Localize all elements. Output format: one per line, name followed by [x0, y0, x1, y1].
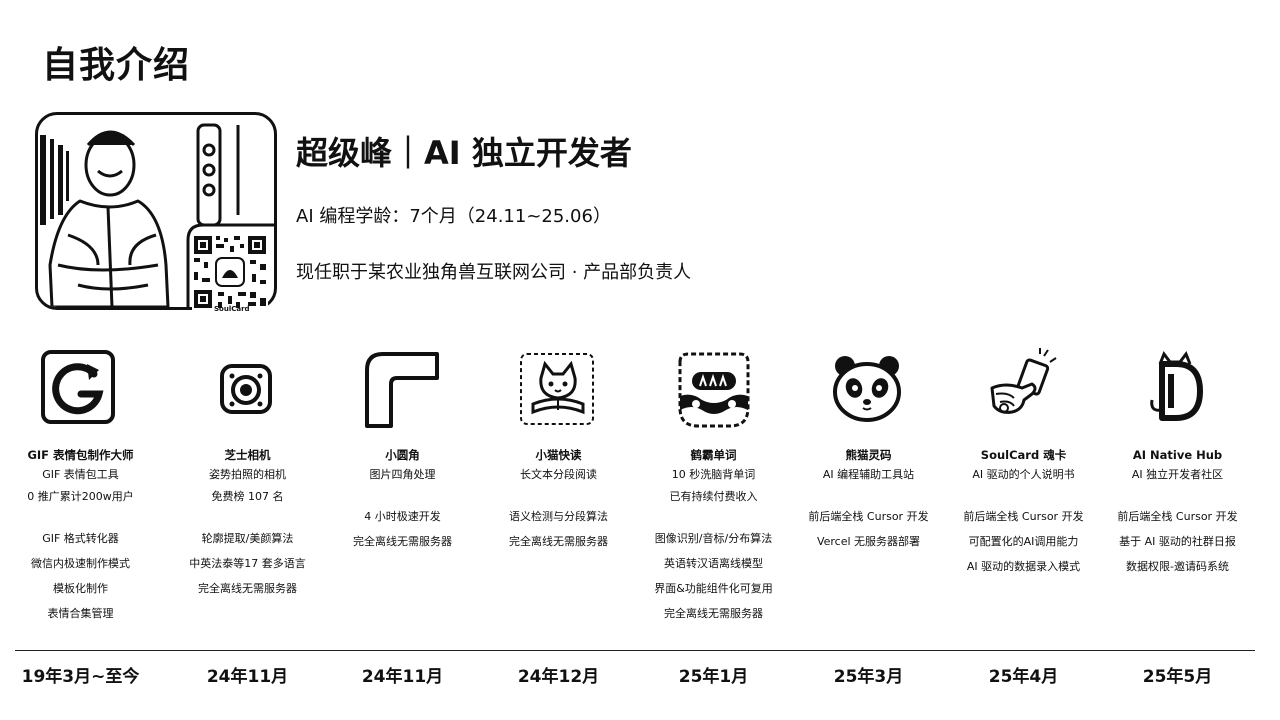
project-desc: 免费榜 107 名	[211, 490, 284, 503]
cat-reading-icon[interactable]	[517, 348, 601, 432]
project-name: AI Native Hub	[1132, 448, 1223, 462]
project-card: AI Native Hub AI 独立开发者社区 前后端全栈 Cursor 开发…	[1100, 340, 1255, 579]
project-feature: AI 驱动的数据录入模式	[966, 560, 1081, 573]
project-feature: 微信内极速制作模式	[31, 557, 130, 570]
timeline-date: 25年5月	[1142, 667, 1213, 687]
project-feature: 基于 AI 驱动的社群日报	[1119, 535, 1236, 548]
project-feature: GIF 格式转化器	[42, 532, 119, 545]
project-desc: 图片四角处理	[369, 468, 436, 481]
project-desc: AI 驱动的个人说明书	[972, 468, 1075, 481]
project-desc: 0 推广累计200w用户	[27, 490, 134, 503]
page-title: 自我介绍	[42, 45, 191, 86]
project-feature: 完全离线无需服务器	[664, 607, 763, 620]
project-desc: GIF 表情包工具	[42, 468, 119, 481]
project-feature: 模板化制作	[53, 582, 108, 595]
project-card: 小猫快读 长文本分段阅读 语义检测与分段算法 完全离线无需服务器	[481, 340, 636, 554]
gif-g-icon[interactable]	[39, 348, 123, 432]
project-card: 芝士相机 姿势拍照的相机 免费榜 107 名 轮廓提取/美颜算法 中英法泰等17…	[170, 340, 325, 601]
hand-card-icon[interactable]	[982, 348, 1066, 432]
timeline-date: 25年1月	[678, 667, 749, 687]
qr-caption: SoulCard	[214, 305, 250, 313]
project-card: GIF 表情包制作大师 GIF 表情包工具 0 推广累计200w用户 GIF 格…	[3, 340, 158, 626]
project-feature: 4 小时极速开发	[364, 510, 441, 523]
project-feature: 可配置化的AI调用能力	[968, 535, 1079, 548]
project-feature: 前后端全栈 Cursor 开发	[808, 510, 929, 523]
project-feature: 表情合集管理	[47, 607, 114, 620]
project-feature: 中英法泰等17 套多语言	[189, 557, 306, 570]
headline: 超级峰｜AI 独立开发者	[296, 134, 632, 172]
project-name: SoulCard 魂卡	[980, 448, 1067, 462]
project-name: 熊猫灵码	[845, 448, 892, 462]
timeline-date: 24年11月	[361, 667, 444, 687]
project-desc: 姿势拍照的相机	[209, 468, 286, 481]
qr-code[interactable]	[190, 232, 270, 312]
timeline-date: 25年3月	[833, 667, 904, 687]
rounded-corner-icon[interactable]	[361, 348, 445, 432]
panda-icon[interactable]	[827, 348, 911, 432]
project-card: 熊猫灵码 AI 编程辅助工具站 前后端全栈 Cursor 开发 Vercel 无…	[791, 340, 946, 554]
project-feature: 前后端全栈 Cursor 开发	[963, 510, 1084, 523]
timeline-divider	[15, 650, 1255, 651]
project-feature: 前后端全栈 Cursor 开发	[1117, 510, 1238, 523]
project-feature: 完全离线无需服务器	[509, 535, 608, 548]
project-name: 小猫快读	[535, 448, 582, 462]
project-feature: 完全离线无需服务器	[198, 582, 297, 595]
project-feature: 数据权限-邀请码系统	[1126, 560, 1229, 573]
project-name: GIF 表情包制作大师	[27, 448, 134, 462]
project-desc: 已有持续付费收入	[669, 490, 758, 503]
d-cat-logo-icon[interactable]	[1136, 348, 1220, 432]
project-desc: AI 独立开发者社区	[1131, 468, 1224, 481]
project-feature: 图像识别/音标/分布算法	[654, 532, 773, 545]
project-name: 芝士相机	[224, 448, 271, 462]
project-feature: 语义检测与分段算法	[509, 510, 608, 523]
timeline-date: 19年3月~至今	[21, 667, 140, 687]
project-feature: Vercel 无服务器部署	[816, 535, 921, 548]
timeline-date: 25年4月	[988, 667, 1059, 687]
project-desc: 10 秒洗脑背单词	[671, 468, 756, 481]
project-name: 小圆角	[385, 448, 420, 462]
robot-face-icon[interactable]	[672, 348, 756, 432]
project-feature: 英语转汉语离线模型	[664, 557, 763, 570]
timeline-date: 24年11月	[206, 667, 289, 687]
project-feature: 完全离线无需服务器	[353, 535, 452, 548]
project-list: GIF 表情包制作大师 GIF 表情包工具 0 推广累计200w用户 GIF 格…	[0, 340, 1280, 630]
project-feature: 界面&功能组件化可复用	[654, 582, 773, 595]
project-feature: 轮廓提取/美颜算法	[201, 532, 294, 545]
camera-icon[interactable]	[206, 348, 290, 432]
coding-age: AI 编程学龄：7个月（24.11~25.06）	[296, 206, 611, 227]
project-card: SoulCard 魂卡 AI 驱动的个人说明书 前后端全栈 Cursor 开发 …	[946, 340, 1101, 579]
project-card: 鹤霸单词 10 秒洗脑背单词 已有持续付费收入 图像识别/音标/分布算法 英语转…	[636, 340, 791, 626]
job-title: 现任职于某农业独角兽互联网公司 · 产品部负责人	[296, 262, 692, 283]
project-desc: 长文本分段阅读	[520, 468, 597, 481]
project-name: 鹤霸单词	[690, 448, 737, 462]
timeline-date: 24年12月	[517, 667, 600, 687]
project-card: 小圆角 图片四角处理 4 小时极速开发 完全离线无需服务器	[325, 340, 480, 554]
project-desc: AI 编程辅助工具站	[822, 468, 915, 481]
